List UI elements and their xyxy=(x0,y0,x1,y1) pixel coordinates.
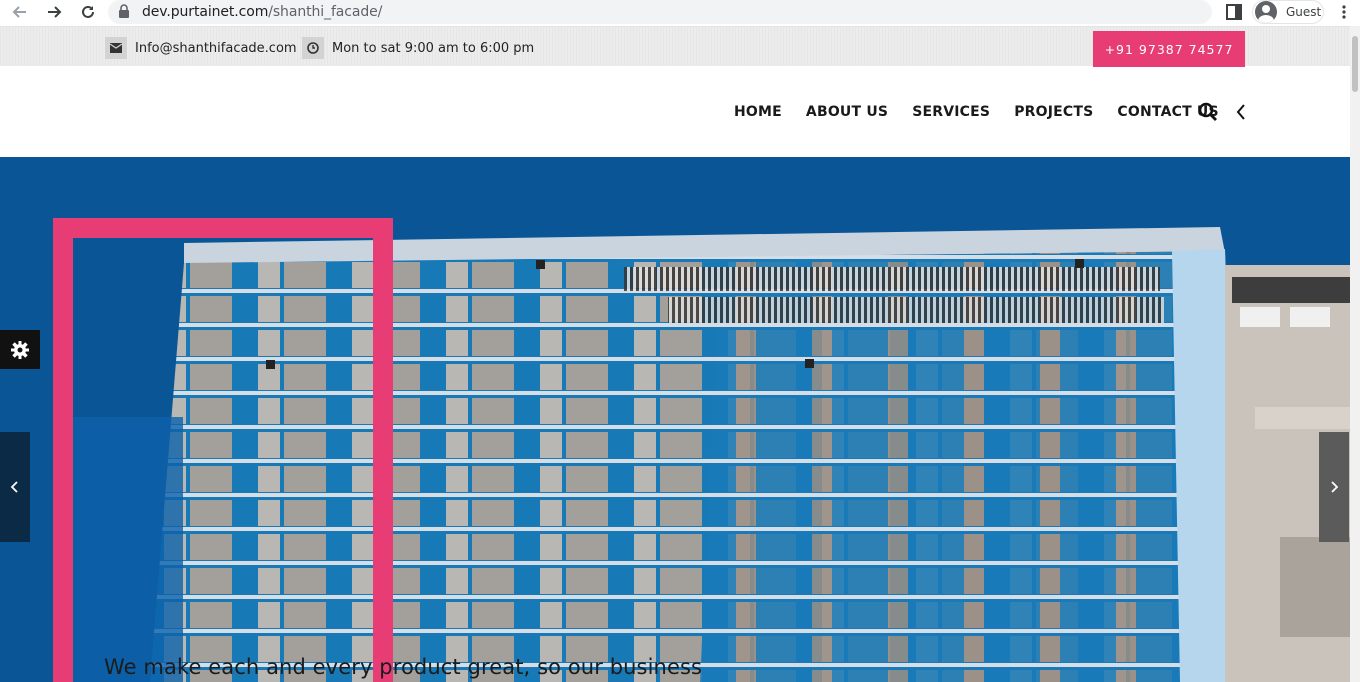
nav-about-us[interactable]: ABOUT US xyxy=(806,104,888,120)
search-icon[interactable] xyxy=(1198,102,1218,122)
business-hours: Mon to sat 9:00 am to 6:00 pm xyxy=(302,37,534,59)
chevron-left-icon xyxy=(10,481,18,493)
gear-icon xyxy=(11,340,29,359)
settings-toggle-button[interactable] xyxy=(0,330,40,369)
clock-icon xyxy=(302,37,324,59)
lock-icon xyxy=(119,4,129,18)
slider-prev-button[interactable] xyxy=(0,432,30,542)
url-text: dev.purtainet.com/shanthi_facade/ xyxy=(142,4,382,20)
slider-next-button[interactable] xyxy=(1319,432,1349,542)
avatar-icon xyxy=(1255,1,1277,23)
page-scrollbar[interactable] xyxy=(1350,26,1360,682)
arrow-right-icon xyxy=(48,6,62,18)
profile-button[interactable]: Guest xyxy=(1252,0,1324,24)
side-panel-icon[interactable] xyxy=(1224,2,1244,22)
phone-button[interactable]: +91 97387 74577 xyxy=(1093,31,1245,68)
arrow-left-icon xyxy=(12,6,26,18)
nav-home[interactable]: HOME xyxy=(734,104,782,120)
top-info-bar: Info@shanthifacade.com Mon to sat 9:00 a… xyxy=(0,26,1350,68)
hero-headline: We make each and every product great, so… xyxy=(104,655,703,679)
hero-slider: We make each and every product great, so… xyxy=(0,157,1350,682)
nav-services[interactable]: SERVICES xyxy=(912,104,990,120)
main-menu: HOME ABOUT US SERVICES PROJECTS CONTACT … xyxy=(734,104,1243,120)
browser-reload-button[interactable] xyxy=(76,1,100,23)
url-domain: dev.purtainet.com xyxy=(142,4,269,20)
chevron-right-icon xyxy=(1331,481,1339,493)
envelope-icon xyxy=(105,37,127,59)
email-contact[interactable]: Info@shanthifacade.com xyxy=(105,37,297,59)
browser-forward-button[interactable] xyxy=(42,1,66,23)
reload-icon xyxy=(82,5,94,18)
browser-menu-icon[interactable] xyxy=(1336,4,1352,20)
scrollbar-thumb[interactable] xyxy=(1352,36,1358,92)
site-header: HOME ABOUT US SERVICES PROJECTS CONTACT … xyxy=(0,67,1350,157)
nav-projects[interactable]: PROJECTS xyxy=(1014,104,1093,120)
profile-name: Guest xyxy=(1286,5,1322,19)
email-text: Info@shanthifacade.com xyxy=(135,40,297,56)
browser-back-button[interactable] xyxy=(8,1,32,23)
chevron-left-icon[interactable] xyxy=(1233,102,1249,122)
address-bar[interactable]: dev.purtainet.com/shanthi_facade/ xyxy=(108,0,1212,24)
hours-text: Mon to sat 9:00 am to 6:00 pm xyxy=(332,40,535,56)
url-path: /shanthi_facade/ xyxy=(268,4,383,20)
hero-building-image xyxy=(0,157,1350,682)
browser-toolbar: dev.purtainet.com/shanthi_facade/ Guest xyxy=(0,0,1360,26)
